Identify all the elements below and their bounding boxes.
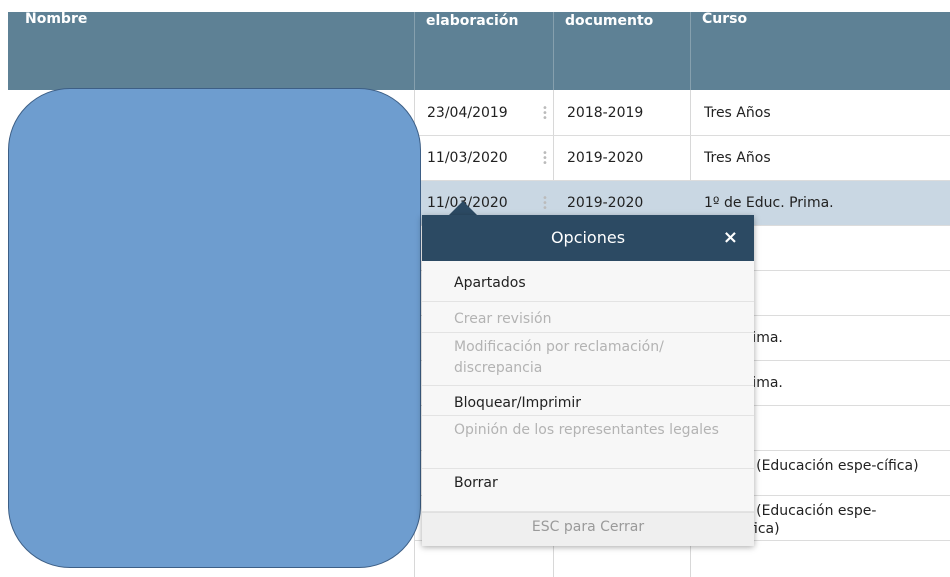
menu-item: Modificación por reclamación/ discrepanc… xyxy=(422,333,754,386)
header-fecha[interactable]: Fecha de elaboración xyxy=(415,0,535,78)
header-divider xyxy=(414,12,415,90)
cell-curso: Tres Años xyxy=(704,105,771,121)
row-options-icon[interactable]: ••• xyxy=(542,194,548,214)
cell-fecha: 11/03/2020 xyxy=(427,150,508,166)
menu-item[interactable]: Bloquear/Imprimir xyxy=(422,386,754,416)
header-curso[interactable]: Curso xyxy=(691,0,950,78)
options-menu: Opciones × Apartados Crear revisión Modifi… xyxy=(422,215,754,546)
menu-item: Opinión de los representantes legales xyxy=(422,416,754,469)
close-icon[interactable]: × xyxy=(723,215,738,261)
header-nombre[interactable]: Nombre xyxy=(8,0,414,78)
cell-curso: Tres Años xyxy=(704,150,771,166)
cell-creacion: 2019-2020 xyxy=(567,150,644,166)
row-options-icon[interactable]: ••• xyxy=(542,149,548,169)
menu-title: Opciones xyxy=(550,228,626,247)
header-divider xyxy=(553,12,554,90)
cell-creacion: 2018-2019 xyxy=(567,105,644,121)
row-options-icon[interactable]: ••• xyxy=(542,104,548,124)
menu-pointer xyxy=(449,201,477,215)
table-row[interactable]: 11/03/2020 • • • 2019-2020 Tres Años xyxy=(415,136,950,181)
menu-footer-esc[interactable]: ESC para Cerrar xyxy=(422,512,754,546)
menu-item[interactable]: Borrar xyxy=(422,469,754,512)
table-row[interactable]: 23/04/2019 • • • 2018-2019 Tres Años xyxy=(415,91,950,136)
menu-item[interactable]: Apartados xyxy=(422,266,754,302)
menu-item: Crear revisión xyxy=(422,302,754,333)
cell-fecha: 23/04/2019 xyxy=(427,105,508,121)
redaction-blob xyxy=(8,88,421,568)
header-creacion[interactable]: creación del documento xyxy=(554,0,664,78)
menu-header: Opciones × xyxy=(422,215,754,261)
header-divider xyxy=(690,12,691,90)
